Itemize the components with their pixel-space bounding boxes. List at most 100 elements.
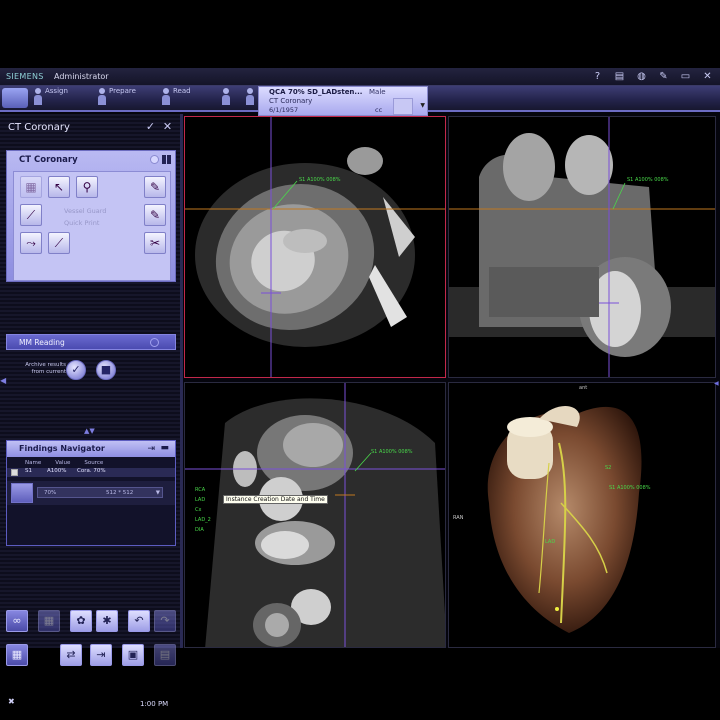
workflow-card: CT Coronary ▦ ↖ ⚲ ✎ ⟋ ✎ ⤳ ⟋ ✂ Vessel Gua…: [6, 150, 176, 282]
finding-thumbnail[interactable]: [11, 483, 33, 503]
title-bar: SIEMENS Administrator ? ▤ ◍ ✎ ▭ ✕: [0, 68, 720, 86]
vessel-label-cx: Cx: [195, 507, 202, 513]
circle-icon[interactable]: [150, 155, 159, 164]
vessel-label: S2: [605, 465, 612, 471]
finding-value: A100%: [47, 468, 67, 474]
chevron-down-icon[interactable]: ▼: [420, 102, 425, 109]
tab-assign[interactable]: Assign: [34, 86, 68, 108]
tab-extra[interactable]: [222, 86, 230, 108]
archive-label: Archive results from current: [25, 362, 66, 375]
findings-navigator: Findings Navigator ⇥ ▬ Name Value Source…: [6, 440, 176, 546]
cardiac-axial-image: [185, 383, 445, 647]
viewport-bottom-left[interactable]: S1 A100% 008% Instance Creation Date and…: [184, 382, 446, 648]
export-icon[interactable]: ⇥: [147, 444, 155, 454]
link-icon: ∞: [12, 614, 22, 627]
circle-icon: [150, 338, 159, 347]
syringe-icon[interactable]: ⟋: [20, 204, 42, 226]
measure-icon[interactable]: ⟋: [48, 232, 70, 254]
person-icon: [162, 86, 170, 106]
tab-extra-2[interactable]: [246, 86, 254, 108]
table-row[interactable]: S1 A100% Cora. 70%: [7, 468, 175, 477]
archive-stop-button[interactable]: ■: [96, 360, 116, 380]
vessel-cut-icon[interactable]: ✂: [144, 232, 166, 254]
magnify-icon[interactable]: ⚲: [76, 176, 98, 198]
pen-icon[interactable]: ✎: [144, 204, 166, 226]
export-button[interactable]: ⇥: [90, 644, 112, 666]
save-button[interactable]: ▣: [122, 644, 144, 666]
column-name[interactable]: Name: [25, 460, 41, 468]
person-icon: [34, 86, 42, 106]
row-checkbox[interactable]: [11, 469, 18, 476]
user-label: Administrator: [54, 72, 109, 81]
patient-thumbnail: [393, 98, 413, 115]
close-icon[interactable]: ✕: [701, 70, 714, 83]
pen-icon[interactable]: ✎: [144, 176, 166, 198]
flower-button[interactable]: ✿: [70, 610, 92, 632]
study-name: CT Coronary: [269, 97, 313, 105]
export-icon: ⇥: [96, 648, 106, 661]
globe-icon[interactable]: ◍: [635, 70, 648, 83]
flower-icon: ✿: [76, 614, 86, 627]
close-icon[interactable]: ✖: [8, 697, 15, 706]
tool-label[interactable]: Quick Print: [64, 219, 99, 227]
mm-reading-row[interactable]: MM Reading: [6, 334, 176, 350]
application-screen: SIEMENS Administrator ? ▤ ◍ ✎ ▭ ✕ Assign…: [0, 68, 720, 708]
pin-icon[interactable]: ✓: [144, 120, 157, 133]
archive-confirm-button[interactable]: ✓: [66, 360, 86, 380]
monitor-icon[interactable]: ▭: [679, 70, 692, 83]
panel-header: CT Coronary ✓ ✕: [0, 114, 180, 134]
close-icon[interactable]: ✕: [161, 120, 174, 133]
minimize-icon[interactable]: ▬: [160, 443, 169, 453]
viewport-top-right[interactable]: S1 A100% 008%: [448, 116, 716, 378]
column-source[interactable]: Source: [84, 460, 103, 468]
orientation-top: ant: [579, 385, 588, 391]
star-button[interactable]: ✱: [96, 610, 118, 632]
vessel-label-lad2: LAD_2: [195, 517, 211, 523]
findings-table: Name Value Source S1 A100% Cora. 70%: [7, 458, 175, 477]
clipboard-icon[interactable]: ▤: [613, 70, 626, 83]
wrench-icon[interactable]: ✎: [657, 70, 670, 83]
person-icon: [98, 86, 106, 106]
collapse-left-icon[interactable]: ◀: [0, 376, 6, 385]
patient-card[interactable]: QCA 70% SD_LADsten... Male CT Coronary 6…: [258, 86, 428, 116]
volume-icon[interactable]: ▦: [20, 176, 42, 198]
tab-label: Assign: [45, 87, 68, 95]
orientation-label: cc: [375, 106, 383, 114]
vessel-tool-icon[interactable]: ⤳: [20, 232, 42, 254]
heart-3d-render: [487, 405, 642, 633]
grid-icon[interactable]: [162, 155, 171, 164]
lock-button[interactable]: ▤: [154, 644, 176, 666]
layout-button[interactable]: ▦: [6, 644, 28, 666]
tab-read[interactable]: Read: [162, 86, 191, 108]
undo-icon: ↶: [134, 614, 144, 627]
viewport-top-left[interactable]: S1 A100% 008%: [184, 116, 446, 378]
clock-time: 1:00 PM: [140, 700, 169, 708]
redo-button[interactable]: ↷: [154, 610, 176, 632]
workflow-bar: Assign Prepare Read QCA 70% SD_LADsten..…: [0, 86, 720, 116]
column-value[interactable]: Value: [55, 460, 70, 468]
tab-prepare[interactable]: Prepare: [98, 86, 136, 108]
finding-name: S1: [25, 468, 32, 474]
findings-controls: 70% 512 * 512 ▼: [7, 481, 175, 505]
lock-icon: ▤: [159, 648, 171, 661]
splitter-up-icon[interactable]: ▲▼: [84, 427, 95, 435]
undo-button[interactable]: ↶: [128, 610, 150, 632]
panel-divider[interactable]: [180, 114, 183, 648]
link-button[interactable]: ∞: [6, 610, 28, 632]
patient-sex: Male: [369, 88, 386, 96]
pointer-icon[interactable]: ↖: [48, 176, 70, 198]
vessel-label: S1 A100% 008%: [609, 485, 651, 491]
person-icon: [246, 86, 254, 106]
collapse-right-icon[interactable]: ◀: [714, 380, 719, 387]
vessel-label: S1 A100% 008%: [299, 177, 341, 183]
grid-button[interactable]: ▦: [38, 610, 60, 632]
viewport-bottom-right[interactable]: ant RAN S1 A100% 008% S2 LAD: [448, 382, 716, 648]
grid-icon: ▦: [43, 614, 55, 627]
tool-label[interactable]: Vessel Guard: [64, 207, 106, 215]
findings-title: Findings Navigator: [19, 444, 105, 453]
system-icons: ? ▤ ◍ ✎ ▭ ✕: [591, 70, 714, 83]
help-icon[interactable]: ?: [591, 70, 604, 83]
arrows-button[interactable]: ⇄: [60, 644, 82, 666]
finding-select[interactable]: 70% 512 * 512 ▼: [37, 487, 163, 498]
patient-browser-icon[interactable]: [2, 88, 28, 108]
